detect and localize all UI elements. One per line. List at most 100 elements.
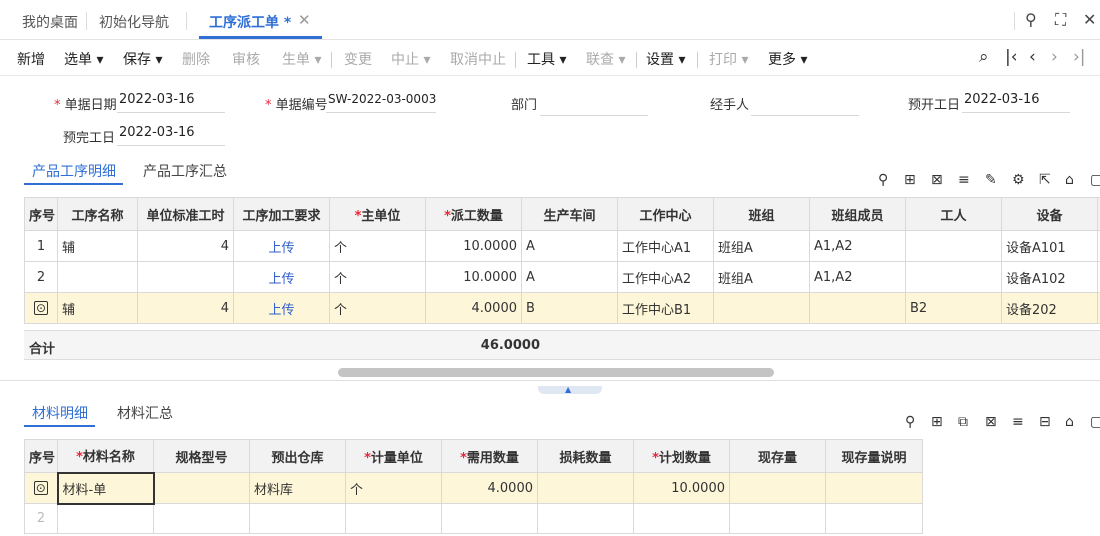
- col-header[interactable]: 工序加工要求: [233, 197, 330, 231]
- tab-process-summary[interactable]: 产品工序汇总: [143, 161, 227, 181]
- table-row[interactable]: 1 辅 4 上传 个 10.0000 A 工作中心A1 班组A A1,A2 设备…: [24, 230, 1100, 262]
- col-header[interactable]: 现存量: [729, 439, 826, 473]
- material-name-cell[interactable]: 材料-单: [56, 471, 155, 505]
- prev-record-icon[interactable]: ‹: [1029, 47, 1036, 67]
- cell[interactable]: 工作中心A1: [617, 230, 714, 262]
- cell[interactable]: A: [521, 230, 618, 262]
- cell[interactable]: 10.0000: [425, 261, 522, 293]
- cell[interactable]: [809, 292, 906, 324]
- cell[interactable]: [153, 503, 250, 534]
- cell[interactable]: [905, 230, 1002, 262]
- cell[interactable]: [729, 472, 826, 504]
- cell[interactable]: A1,A2: [809, 230, 906, 262]
- tab-material-summary[interactable]: 材料汇总: [117, 403, 173, 423]
- print-button[interactable]: 打印 ▾: [709, 49, 748, 69]
- locate-icon[interactable]: ⌕: [979, 47, 989, 67]
- col-header[interactable]: 工作中心: [617, 197, 714, 231]
- cell[interactable]: 个: [329, 292, 426, 324]
- cell[interactable]: 10.0000: [633, 472, 730, 504]
- insert-row-icon[interactable]: ⊞: [931, 414, 943, 430]
- col-header[interactable]: *材料名称: [57, 439, 154, 473]
- cell[interactable]: 工作中心B1: [617, 292, 714, 324]
- cell[interactable]: [249, 503, 346, 534]
- cell[interactable]: 4.0000: [425, 292, 522, 324]
- col-header[interactable]: 损耗数量: [537, 439, 634, 473]
- cell[interactable]: [57, 503, 154, 534]
- fullscreen-icon[interactable]: ⛶: [1055, 10, 1066, 30]
- col-header[interactable]: 班组: [713, 197, 810, 231]
- col-header[interactable]: 现存量说明: [825, 439, 923, 473]
- cell[interactable]: A1,A2: [809, 261, 906, 293]
- location-pin-icon[interactable]: ⚲: [905, 414, 915, 430]
- tab-process-detail[interactable]: 产品工序明细: [32, 161, 116, 181]
- upload-link[interactable]: 上传: [233, 292, 330, 324]
- cell[interactable]: 4: [137, 292, 234, 324]
- generate-button[interactable]: 生单 ▾: [282, 49, 321, 69]
- settings-icon[interactable]: ⚙: [1012, 172, 1025, 188]
- cell[interactable]: B2: [905, 292, 1002, 324]
- cell[interactable]: 工作中心A2: [617, 261, 714, 293]
- cell[interactable]: [713, 292, 810, 324]
- col-header[interactable]: *派工数量: [425, 197, 522, 231]
- more-columns-icon[interactable]: ▢: [1090, 414, 1100, 430]
- cell[interactable]: 个: [345, 472, 442, 504]
- select-button[interactable]: 选单 ▾: [64, 49, 103, 69]
- split-icon[interactable]: ⊟: [1039, 414, 1051, 430]
- cell[interactable]: 设备202: [1001, 292, 1098, 324]
- warehouse-icon[interactable]: ⌂: [1065, 172, 1074, 188]
- audit-button[interactable]: 审核: [232, 49, 260, 69]
- date-field[interactable]: 2022-03-16: [117, 90, 225, 113]
- table-row[interactable]: 2: [24, 503, 923, 534]
- cell[interactable]: [825, 503, 923, 534]
- cell[interactable]: 辅: [57, 230, 138, 262]
- start-date-field[interactable]: 2022-03-16: [962, 90, 1070, 113]
- search-icon[interactable]: ⚲: [1025, 10, 1037, 29]
- upload-link[interactable]: 上传: [233, 230, 330, 262]
- col-header[interactable]: 工序名称: [57, 197, 138, 231]
- new-button[interactable]: 新增: [17, 49, 45, 69]
- tools-button[interactable]: 工具 ▾: [527, 49, 566, 69]
- insert-row-icon[interactable]: ⊞: [904, 172, 916, 188]
- cell[interactable]: 个: [329, 230, 426, 262]
- row-locate-icon[interactable]: ⊙: [33, 480, 48, 495]
- cell[interactable]: [345, 503, 442, 534]
- col-header[interactable]: 班组成员: [809, 197, 906, 231]
- batch-edit-icon[interactable]: ≡: [1012, 414, 1024, 430]
- location-pin-icon[interactable]: ⚲: [878, 172, 888, 188]
- delete-button[interactable]: 删除: [182, 49, 210, 69]
- cell[interactable]: [633, 503, 730, 534]
- batch-edit-icon[interactable]: ≡: [958, 172, 970, 188]
- col-header[interactable]: 序号: [24, 197, 58, 231]
- handler-field[interactable]: [751, 93, 859, 116]
- cell[interactable]: 个: [329, 261, 426, 293]
- cell[interactable]: 设备A101: [1001, 230, 1098, 262]
- copy-row-icon[interactable]: ⧉: [958, 414, 968, 430]
- col-header[interactable]: 预出仓库: [249, 439, 346, 473]
- cell[interactable]: [729, 503, 826, 534]
- upload-link[interactable]: 上传: [233, 261, 330, 293]
- collapse-up-icon[interactable]: ▲: [565, 385, 571, 394]
- row-locate-icon[interactable]: ⊙: [34, 300, 48, 315]
- next-record-icon[interactable]: ›: [1051, 47, 1058, 67]
- suspend-button[interactable]: 中止 ▾: [391, 49, 430, 69]
- cell[interactable]: [825, 472, 923, 504]
- tab-my-desktop[interactable]: 我的桌面: [22, 12, 78, 32]
- col-header[interactable]: 序号: [24, 439, 58, 473]
- col-header[interactable]: 规格型号: [153, 439, 250, 473]
- dept-field[interactable]: [540, 93, 648, 116]
- tab-work-order[interactable]: 工序派工单 *: [209, 12, 291, 32]
- col-header[interactable]: 工人: [905, 197, 1002, 231]
- cell[interactable]: 设备A102: [1001, 261, 1098, 293]
- edit-icon[interactable]: ✎: [985, 172, 997, 188]
- settings-button[interactable]: 设置 ▾: [646, 49, 685, 69]
- row-action-cell[interactable]: ⊙: [24, 292, 58, 324]
- cell[interactable]: [57, 261, 138, 293]
- cell[interactable]: 2: [24, 503, 58, 534]
- first-record-icon[interactable]: |‹: [1005, 47, 1018, 67]
- row-action-cell[interactable]: ⊙: [24, 472, 58, 504]
- horizontal-scrollbar[interactable]: [338, 368, 774, 377]
- more-button[interactable]: 更多 ▾: [768, 49, 807, 69]
- cell[interactable]: 材料库: [249, 472, 346, 504]
- close-icon[interactable]: ✕: [1083, 10, 1096, 29]
- last-record-icon[interactable]: ›|: [1073, 47, 1086, 67]
